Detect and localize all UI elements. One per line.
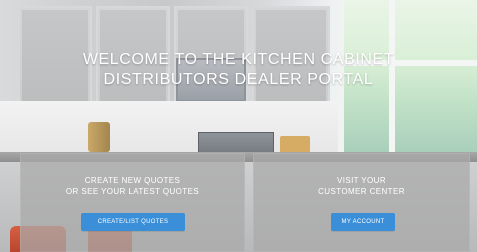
my-account-button[interactable]: MY ACCOUNT	[331, 213, 395, 231]
quotes-panel-line-2: OR SEE YOUR LATEST QUOTES	[65, 187, 200, 196]
customer-center-panel: VISIT YOUR CUSTOMER CENTER MY ACCOUNT	[253, 153, 470, 252]
customer-center-line-2: CUSTOMER CENTER	[318, 187, 405, 196]
page-title: WELCOME TO THE KITCHEN CABINET DISTRIBUT…	[0, 50, 477, 90]
hero-banner: WELCOME TO THE KITCHEN CABINET DISTRIBUT…	[0, 0, 477, 252]
bottles-prop	[88, 122, 110, 152]
quotes-panel-text: CREATE NEW QUOTES OR SEE YOUR LATEST QUO…	[20, 175, 245, 197]
page-title-line-2: DISTRIBUTORS DEALER PORTAL	[103, 71, 374, 88]
customer-center-panel-text: VISIT YOUR CUSTOMER CENTER	[253, 175, 470, 197]
create-list-quotes-button[interactable]: CREATE/LIST QUOTES	[81, 213, 185, 231]
quotes-panel-line-1: CREATE NEW QUOTES	[84, 176, 181, 185]
page-title-line-1: WELCOME TO THE KITCHEN CABINET	[82, 51, 395, 68]
quotes-panel: CREATE NEW QUOTES OR SEE YOUR LATEST QUO…	[20, 153, 245, 252]
customer-center-line-1: VISIT YOUR	[336, 176, 387, 185]
